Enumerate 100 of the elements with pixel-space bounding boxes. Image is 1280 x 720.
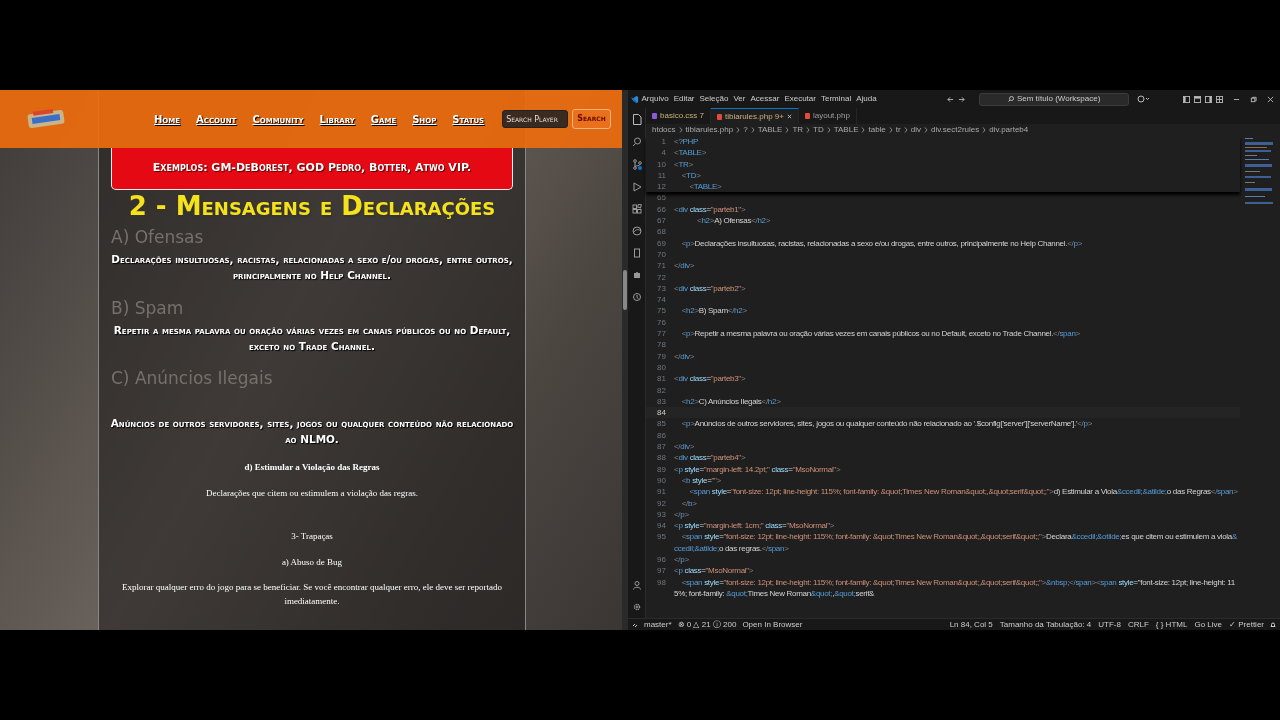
file-type-icon — [717, 113, 723, 120]
code-line: </p> — [674, 508, 689, 521]
layout-icon[interactable] — [1205, 95, 1212, 103]
bookmark-icon[interactable] — [631, 248, 642, 258]
search-field[interactable]: Search Player — [502, 110, 569, 128]
forward-arrow-icon[interactable] — [958, 95, 966, 103]
code-line: </b> — [680, 497, 697, 509]
breadcrumb-item[interactable]: tibiarules.php — [685, 124, 734, 136]
line-number: 83 — [656, 395, 667, 408]
history-icon[interactable] — [631, 292, 642, 302]
part-title: 3- Trapaças — [290, 530, 334, 544]
chevron-icon — [826, 127, 831, 133]
back-arrow-icon[interactable] — [947, 95, 955, 103]
bell-icon[interactable] — [1270, 621, 1276, 628]
line-number: 77 — [656, 328, 667, 340]
code-line: <p class="MsoNormal"> — [674, 565, 754, 577]
restore-icon[interactable] — [1250, 95, 1257, 103]
code-line: <span style="font-size: 12pt; line-height: 115%; font-family: &quot;Times New Roman&quot;,&quot;serif&quot;;">d) Estimular a Viola&ccedil;&atilde;o das Regras</span> — [688, 486, 1238, 498]
line-number: 72 — [656, 271, 667, 283]
status-item[interactable]: UTF-8 — [1098, 618, 1121, 631]
line-number: 96 — [656, 554, 667, 566]
line-number: 75 — [656, 305, 667, 317]
menu-item[interactable]: Editar — [671, 93, 698, 105]
line-number: 10 — [656, 158, 667, 170]
line-number: 84 — [656, 407, 667, 419]
rule-heading: A) Ofensas — [111, 226, 205, 247]
menu-item[interactable]: Executar — [781, 93, 819, 105]
code-line: </div> — [674, 350, 694, 362]
breadcrumb-item[interactable]: ? — [743, 124, 748, 136]
breadcrumb-item[interactable]: div — [910, 124, 921, 136]
status-item[interactable]: CRLF — [1127, 618, 1149, 631]
menu-item[interactable]: Arquivo — [639, 93, 672, 105]
breadcrumb-item[interactable]: tr — [895, 124, 901, 136]
source-control-icon[interactable] — [631, 159, 642, 170]
breadcrumb-item[interactable]: TABLE — [833, 124, 859, 136]
status-item[interactable]: Ln 84, Col 5 — [949, 618, 993, 631]
status-item[interactable]: { } HTML — [1155, 618, 1188, 631]
line-number: 1 — [660, 136, 667, 148]
menu-item[interactable]: Seleção — [697, 93, 731, 105]
account-icon[interactable] — [631, 580, 642, 590]
status-item[interactable]: ⊗ 0 △ 21 ⓘ 200 — [677, 618, 737, 631]
line-number: 78 — [656, 339, 667, 351]
close-icon[interactable] — [1267, 95, 1274, 103]
code-line: <div class="parteb2"> — [674, 282, 746, 295]
line-number: 85 — [656, 418, 667, 430]
line-number: 76 — [656, 316, 667, 329]
settings-icon[interactable] — [631, 602, 642, 612]
status-item[interactable]: ✓ Prettier — [1229, 618, 1264, 631]
code-line: <h2>A) Ofensas</h2> — [696, 215, 771, 227]
status-item[interactable]: master* — [644, 618, 672, 631]
layout-icon[interactable] — [1194, 95, 1201, 103]
status-item[interactable]: Open In Browser — [742, 618, 803, 631]
breadcrumb-item[interactable]: TR — [792, 124, 804, 136]
menu-item[interactable]: Acessar — [747, 93, 782, 105]
menu-item[interactable]: Terminal — [818, 93, 854, 105]
search-button[interactable]: Search — [572, 109, 611, 129]
line-number: 12 — [656, 181, 667, 193]
line-number: 95 — [656, 531, 667, 543]
scrollbar-thumb[interactable] — [623, 270, 627, 310]
breadcrumb-item[interactable]: htdocs — [652, 124, 676, 136]
line-number: 79 — [656, 350, 667, 362]
code-line: <TABLE> — [674, 147, 706, 159]
status-item[interactable]: Go Live — [1194, 618, 1222, 631]
line-number: 70 — [656, 248, 667, 261]
section-title: 2 - Mensagens e Declarações — [127, 192, 497, 221]
breadcrumb-item[interactable]: table — [868, 124, 886, 136]
line-number: 80 — [656, 361, 667, 374]
line-number: 82 — [656, 384, 667, 396]
breadcrumb-item[interactable]: div.sect2rules — [930, 124, 980, 136]
chevron-icon — [678, 127, 683, 133]
file-type-icon — [652, 113, 657, 119]
remote-icon[interactable] — [632, 621, 638, 628]
breadcrumb-item[interactable]: TD — [813, 124, 824, 136]
close-icon[interactable] — [786, 114, 792, 119]
menu-item[interactable]: Ver — [730, 93, 748, 105]
rule-heading: C) Anúncios Ilegais — [111, 368, 274, 389]
command-center[interactable]: Sem título (Workspace) — [979, 92, 1130, 106]
files-icon[interactable] — [631, 114, 642, 125]
rule-text: Declarações insultuosas, racistas, relacionadas a sexo e/ou drogas, entre outros, principalmente no Help Channel. — [110, 252, 514, 284]
status-item[interactable]: Tamanho da Tabulação: 4 — [999, 618, 1092, 631]
line-number: 73 — [656, 282, 667, 295]
search-icon[interactable] — [631, 137, 642, 147]
breadcrumb-item[interactable]: div.parteb4 — [989, 124, 1029, 136]
line-number: 89 — [656, 463, 667, 475]
chevron-icon — [750, 127, 755, 133]
editor-tab[interactable]: tibiarules.php 9+ — [711, 108, 799, 124]
line-number: 67 — [656, 215, 667, 227]
menu-item[interactable]: Ajuda — [853, 93, 880, 105]
browser-icon[interactable] — [631, 226, 642, 236]
layout-icon[interactable] — [1183, 95, 1190, 103]
notice-banner: Exemplos: GM-DeBorest, GOD Pedro, Botter, Atwo VIP. — [111, 148, 513, 190]
extensions-icon[interactable] — [631, 204, 642, 214]
code-line: <p>Repetir a mesma palavra ou oração várias vezes em canais públicos ou no Default, exceto no Trade Channel.</span> — [680, 328, 1080, 340]
line-number: 93 — [656, 508, 667, 521]
layout-icon[interactable] — [1216, 95, 1223, 103]
code-line: <div class="parteb1"> — [674, 203, 746, 216]
line-number: 97 — [656, 565, 667, 577]
run-debug-icon[interactable] — [631, 182, 642, 192]
line-number: 86 — [656, 429, 667, 441]
breadcrumb-item[interactable]: TABLE — [757, 124, 783, 136]
